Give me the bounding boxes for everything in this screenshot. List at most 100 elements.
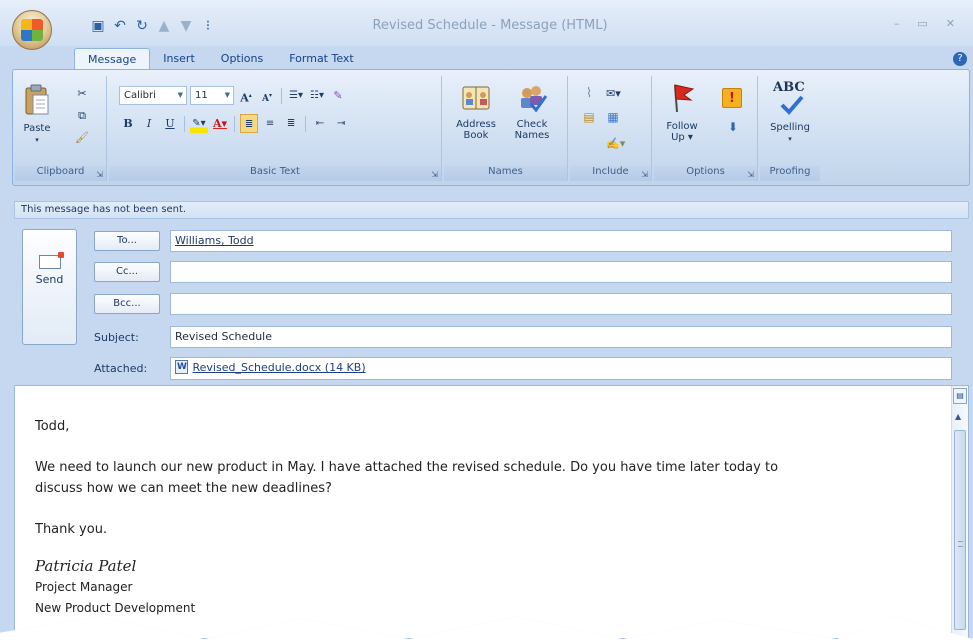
body-paragraph-line-2: discuss how we can meet the new deadline… (35, 481, 332, 496)
divider (305, 115, 307, 132)
include-launcher-icon[interactable]: ⇲ (641, 170, 648, 179)
align-right-icon[interactable]: ≣ (282, 114, 300, 133)
cut-icon[interactable]: ✂ (73, 84, 91, 103)
signature-icon[interactable]: ✍▾ (604, 134, 627, 153)
divider (281, 87, 282, 104)
check-names-button[interactable]: Check Names (506, 84, 558, 141)
follow-up-label-1: Follow (666, 121, 698, 132)
basic-text-group: Calibri ▼ 11 ▼ A▴ A▾ ☰▾ ☷▾ ✎ B I U ✎▾ A▾… (109, 76, 442, 181)
include-group-label: Include ⇲ (570, 166, 651, 181)
send-icon (38, 252, 64, 269)
up-arrow-icon[interactable]: ▲ (156, 18, 172, 34)
down-arrow-icon[interactable]: ▼ (178, 18, 194, 34)
increase-indent-icon[interactable]: ⇥ (332, 114, 350, 133)
clipboard-launcher-icon[interactable]: ⇲ (96, 170, 103, 179)
bcc-field[interactable] (170, 293, 952, 315)
tab-message[interactable]: Message (74, 48, 151, 70)
tab-format-text[interactable]: Format Text (276, 48, 367, 70)
copy-icon[interactable]: ⧉ (73, 106, 91, 125)
to-recipient[interactable]: Williams, Todd (175, 234, 254, 247)
outlook-message-window: ▣ ↶ ↻ ▲ ▼ ⁝ Revised Schedule - Message (… (0, 0, 973, 639)
attach-item-icon[interactable]: ✉▾ (604, 84, 623, 103)
follow-up-label-2: Up ▾ (671, 132, 693, 143)
clipboard-group: Paste ▾ ✂ ⧉ 🖌 Clipboard ⇲ (15, 76, 107, 181)
customize-icon[interactable]: ⁝ (200, 18, 216, 34)
to-field[interactable]: Williams, Todd (170, 230, 952, 252)
maximize-icon[interactable]: ▭ (917, 17, 927, 30)
minimize-icon[interactable]: – (894, 17, 900, 30)
address-book-button[interactable]: Address Book (450, 84, 502, 141)
quick-access-toolbar: ▣ ↶ ↻ ▲ ▼ ⁝ (90, 18, 216, 34)
help-icon[interactable]: ? (953, 52, 967, 66)
close-icon[interactable]: ✕ (946, 17, 955, 30)
business-card-icon[interactable]: ▤ (580, 108, 598, 127)
paste-button[interactable]: Paste ▾ (19, 84, 55, 146)
redo-icon[interactable]: ↻ (134, 18, 150, 34)
spelling-icon: ABC (770, 81, 810, 118)
italic-button[interactable]: I (140, 114, 158, 133)
calendar-icon[interactable]: ▦ (604, 108, 622, 127)
attach-file-icon[interactable]: ⌇ (580, 84, 598, 103)
ribbon-tabs: Message Insert Options Format Text (74, 48, 367, 70)
format-painter-icon[interactable]: 🖌 (73, 128, 91, 147)
options-launcher-icon[interactable]: ⇲ (747, 170, 754, 179)
send-button[interactable]: Send (22, 229, 77, 345)
cc-button[interactable]: Cc... (94, 262, 160, 282)
numbering-icon[interactable]: ☷▾ (308, 86, 326, 105)
office-button[interactable] (12, 10, 52, 50)
clear-formatting-icon[interactable]: ✎ (329, 86, 347, 105)
check-icon (780, 95, 804, 115)
low-importance-icon[interactable]: ⬇ (724, 118, 742, 137)
subject-label: Subject: (94, 331, 139, 344)
paste-icon (25, 84, 49, 115)
bold-button[interactable]: B (119, 114, 137, 133)
spelling-button[interactable]: ABC Spelling ▾ (762, 81, 818, 145)
follow-up-button[interactable]: Follow Up ▾ (658, 82, 706, 143)
address-book-label-1: Address (456, 119, 496, 130)
bullets-icon[interactable]: ☰▾ (287, 86, 305, 105)
check-names-icon (521, 86, 548, 113)
signature-title: Project Manager (35, 580, 133, 594)
align-left-icon[interactable]: ≣ (240, 114, 259, 133)
align-center-icon[interactable]: ≡ (261, 114, 279, 133)
font-color-icon[interactable]: A▾ (211, 114, 229, 133)
scroll-up-icon[interactable]: ▲ (955, 412, 961, 421)
check-names-label-1: Check (516, 119, 548, 130)
tab-options[interactable]: Options (208, 48, 276, 70)
grow-font-icon[interactable]: A▴ (237, 86, 255, 105)
tab-insert[interactable]: Insert (150, 48, 208, 70)
underline-button[interactable]: U (161, 114, 179, 133)
attached-label: Attached: (94, 362, 148, 375)
vertical-scrollbar[interactable]: ▤ ▲ (951, 386, 968, 639)
undo-icon[interactable]: ↶ (112, 18, 128, 34)
clipboard-group-label: Clipboard ⇲ (15, 166, 106, 181)
highlight-icon[interactable]: ✎▾ (190, 114, 208, 133)
attachment-link[interactable]: Revised_Schedule.docx (14 KB) (193, 361, 366, 374)
include-group: ⌇ ✉▾ ▤ ▦ ✍▾ Include ⇲ (570, 76, 652, 181)
ruler-icon[interactable]: ▤ (953, 388, 967, 404)
options-group: Follow Up ▾ ! ⬇ Options ⇲ (654, 76, 758, 181)
greeting: Todd, (35, 419, 70, 434)
high-importance-icon[interactable]: ! (722, 88, 742, 108)
shrink-font-icon[interactable]: A▾ (258, 86, 276, 105)
save-icon[interactable]: ▣ (90, 18, 106, 34)
font-size-combo[interactable]: 11 ▼ (190, 86, 234, 105)
to-button[interactable]: To... (94, 231, 160, 251)
divider (184, 115, 185, 132)
subject-field[interactable]: Revised Schedule (170, 326, 952, 348)
message-text: Todd, We need to launch our new product … (35, 416, 915, 619)
basic-text-launcher-icon[interactable]: ⇲ (431, 170, 438, 179)
font-name-combo[interactable]: Calibri ▼ (119, 86, 187, 105)
bcc-button[interactable]: Bcc... (94, 294, 160, 314)
basic-text-group-label: Basic Text ⇲ (109, 166, 441, 181)
font-name-value: Calibri (124, 90, 156, 101)
scroll-thumb[interactable] (954, 430, 966, 630)
office-logo-icon (21, 19, 43, 41)
title-bar: ▣ ↶ ↻ ▲ ▼ ⁝ Revised Schedule - Message (… (0, 0, 973, 46)
paste-label: Paste (23, 123, 51, 134)
divider (234, 115, 236, 132)
message-body[interactable]: Todd, We need to launch our new product … (14, 385, 969, 639)
decrease-indent-icon[interactable]: ⇤ (311, 114, 329, 133)
cc-field[interactable] (170, 261, 952, 283)
chevron-down-icon: ▼ (177, 91, 183, 99)
